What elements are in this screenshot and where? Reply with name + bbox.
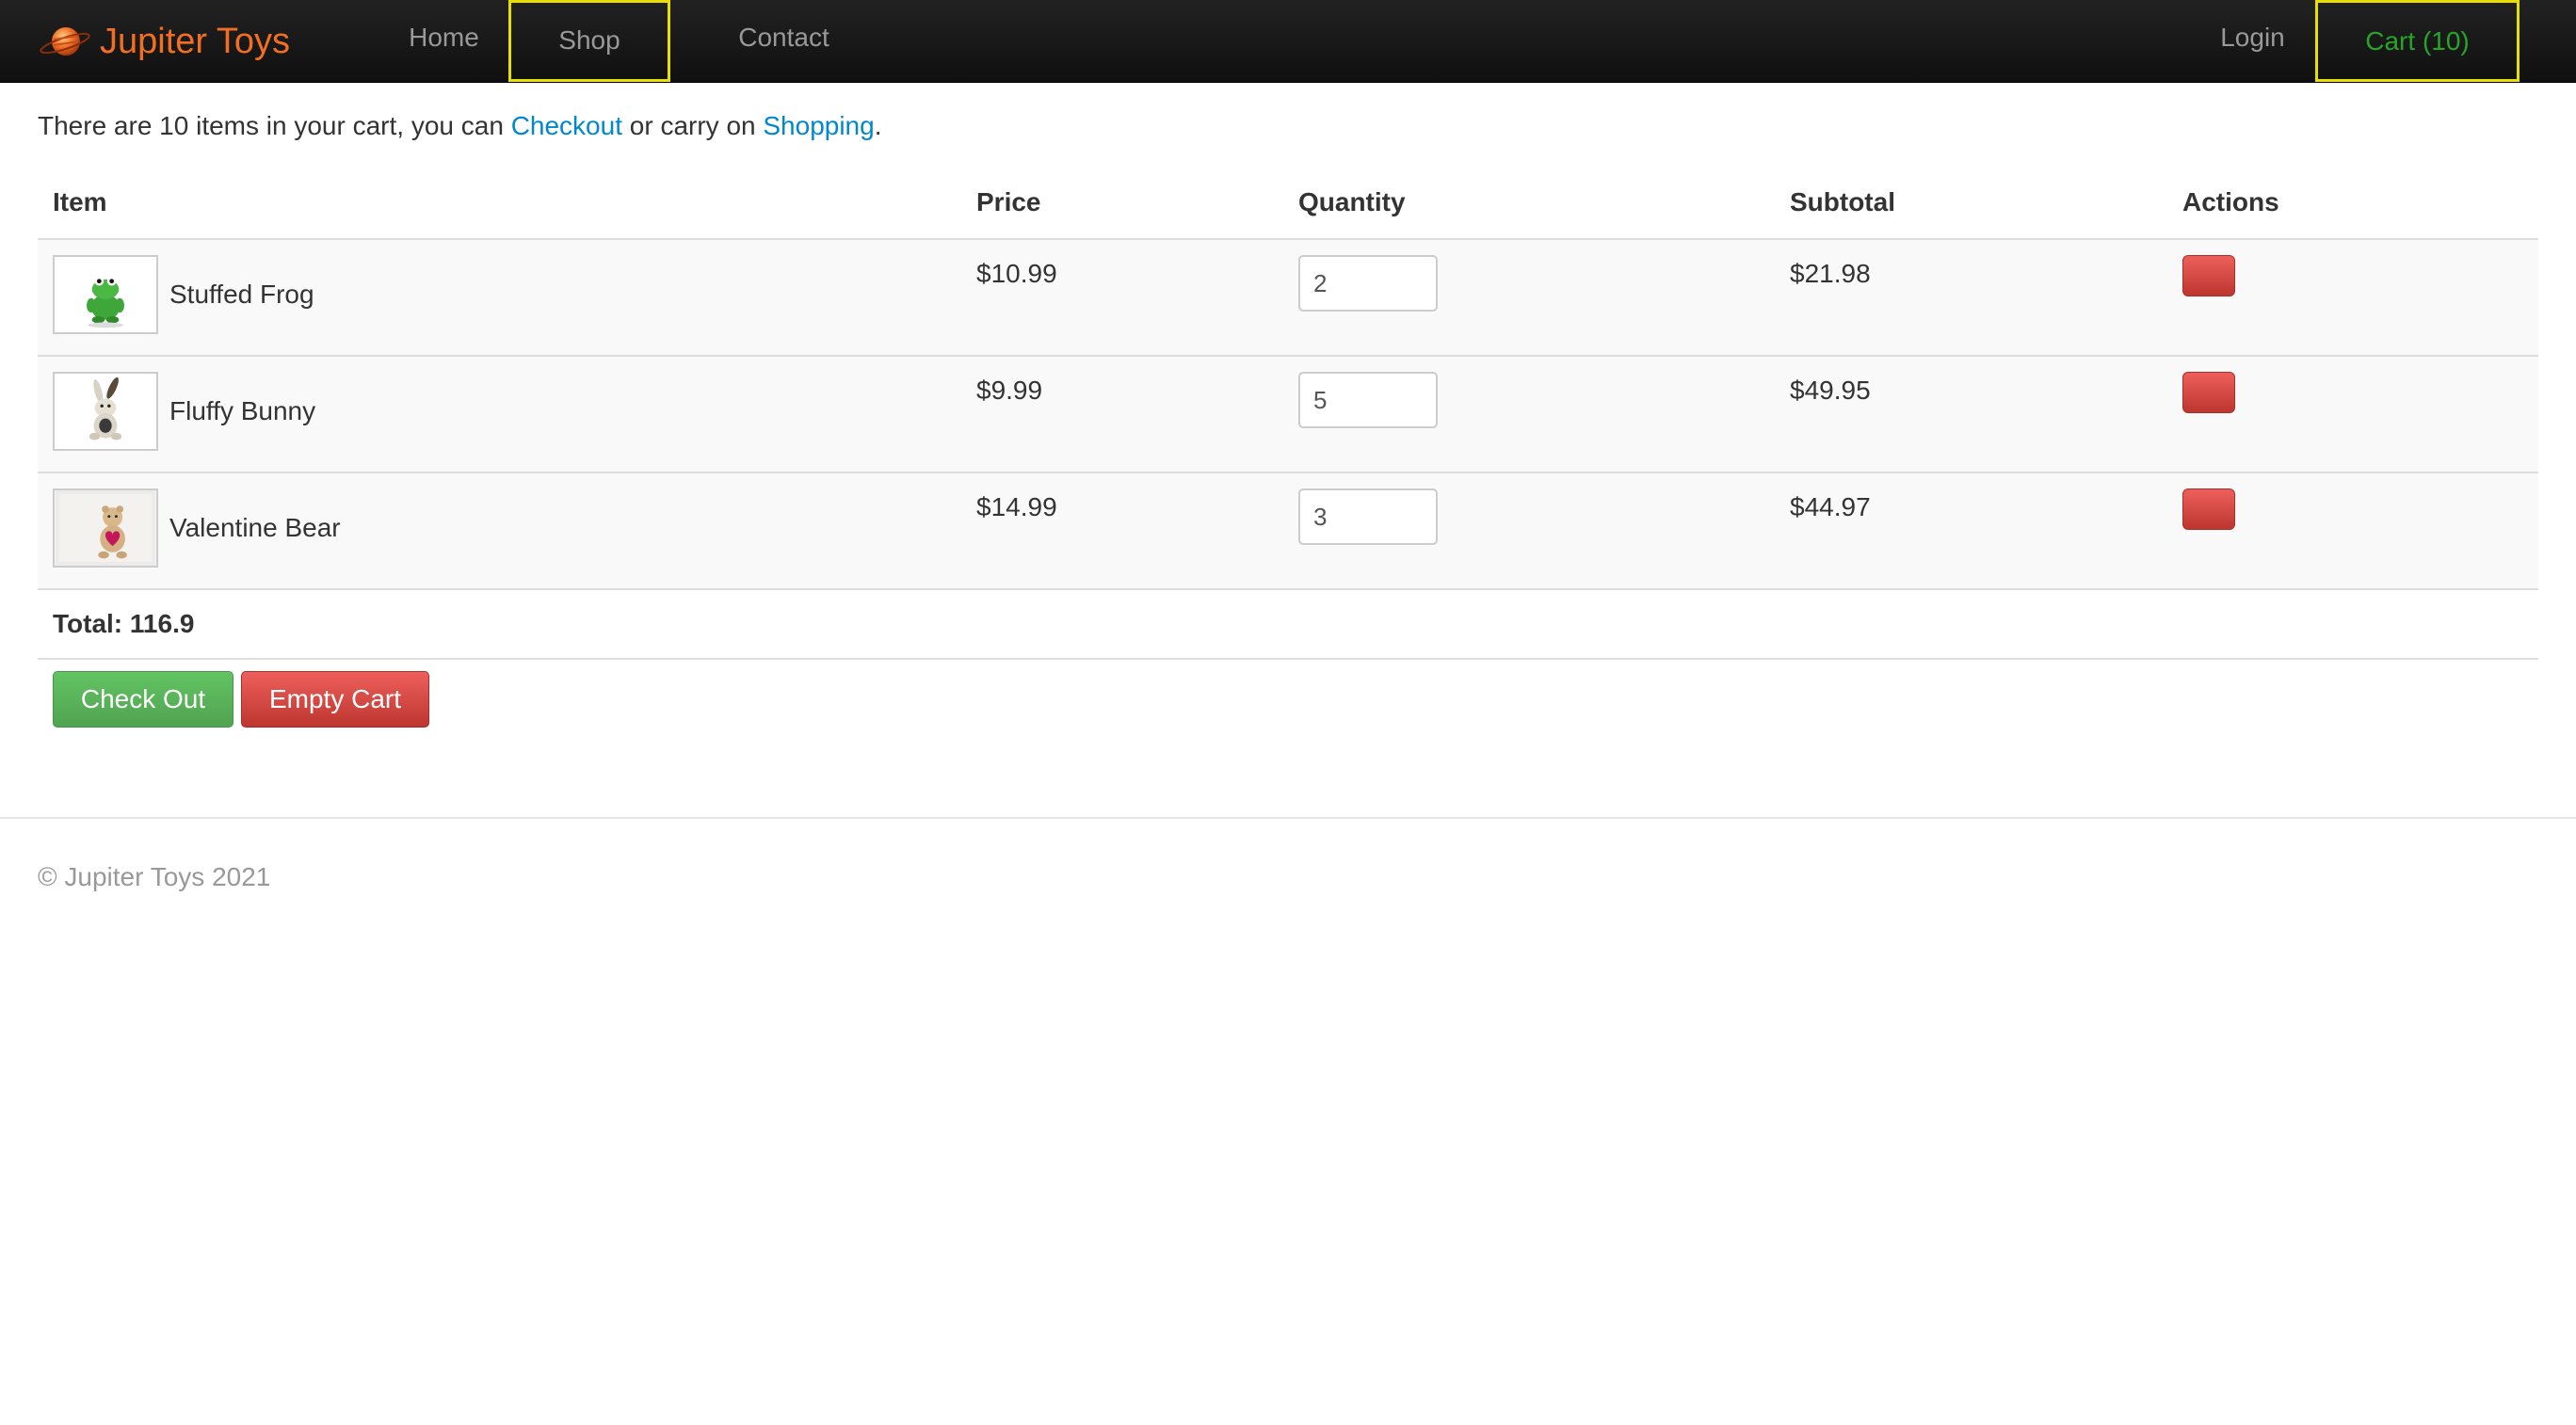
quantity-input[interactable]: [1298, 488, 1438, 545]
table-row: Stuffed Frog $10.99 $21.98: [38, 240, 2538, 357]
planet-logo-icon: [40, 27, 90, 56]
nav-cart[interactable]: Cart (10): [2315, 0, 2520, 82]
header-actions: Actions: [2182, 187, 2279, 216]
checkout-button[interactable]: Check Out: [53, 671, 233, 728]
item-subtotal: $49.95: [1790, 376, 1871, 405]
header-price: Price: [976, 187, 1041, 216]
header-item: Item: [53, 187, 107, 216]
item-price: $14.99: [976, 492, 1057, 521]
nav-login[interactable]: Login: [2198, 0, 2307, 82]
brand-name: Jupiter Toys: [100, 21, 291, 61]
navbar: Jupiter Toys Home Shop Contact Login Car…: [0, 0, 2576, 83]
header-subtotal: Subtotal: [1790, 187, 1895, 216]
intro-prefix: There are 10 items in your cart, you can: [38, 111, 511, 140]
remove-item-button[interactable]: [2182, 488, 2235, 530]
footer-divider: [0, 817, 2576, 819]
cart-table: Item Price Quantity Subtotal Actions Stu…: [38, 174, 2538, 660]
intro-suffix: .: [874, 111, 882, 140]
frog-image: [53, 255, 158, 334]
item-price: $10.99: [976, 259, 1057, 288]
bear-image: [53, 488, 158, 568]
table-row: Valentine Bear $14.99 $44.97: [38, 473, 2538, 590]
cart-summary-text: There are 10 items in your cart, you can…: [38, 111, 882, 141]
nav-home[interactable]: Home: [377, 0, 511, 82]
footer-copyright: © Jupiter Toys 2021: [38, 862, 271, 891]
table-header: Item Price Quantity Subtotal Actions: [38, 174, 2538, 240]
brand-link[interactable]: Jupiter Toys: [38, 15, 290, 68]
bunny-image: [53, 372, 158, 451]
item-name: Stuffed Frog: [169, 280, 314, 309]
shopping-link[interactable]: Shopping: [763, 111, 874, 140]
header-quantity: Quantity: [1298, 187, 1406, 216]
nav-contact[interactable]: Contact: [716, 0, 852, 82]
nav-shop[interactable]: Shop: [508, 0, 670, 82]
empty-cart-button[interactable]: Empty Cart: [241, 671, 429, 728]
table-row: Fluffy Bunny $9.99 $49.95: [38, 357, 2538, 473]
quantity-input[interactable]: [1298, 255, 1438, 312]
item-subtotal: $44.97: [1790, 492, 1871, 521]
item-name: Fluffy Bunny: [169, 396, 316, 425]
item-subtotal: $21.98: [1790, 259, 1871, 288]
item-price: $9.99: [976, 376, 1043, 405]
remove-item-button[interactable]: [2182, 372, 2235, 413]
total-row: Total: 116.9: [38, 590, 2538, 660]
remove-item-button[interactable]: [2182, 255, 2235, 296]
checkout-link[interactable]: Checkout: [511, 111, 622, 140]
quantity-input[interactable]: [1298, 372, 1438, 428]
item-name: Valentine Bear: [169, 513, 341, 542]
intro-middle: or carry on: [621, 111, 764, 140]
cart-total: Total: 116.9: [53, 609, 195, 638]
